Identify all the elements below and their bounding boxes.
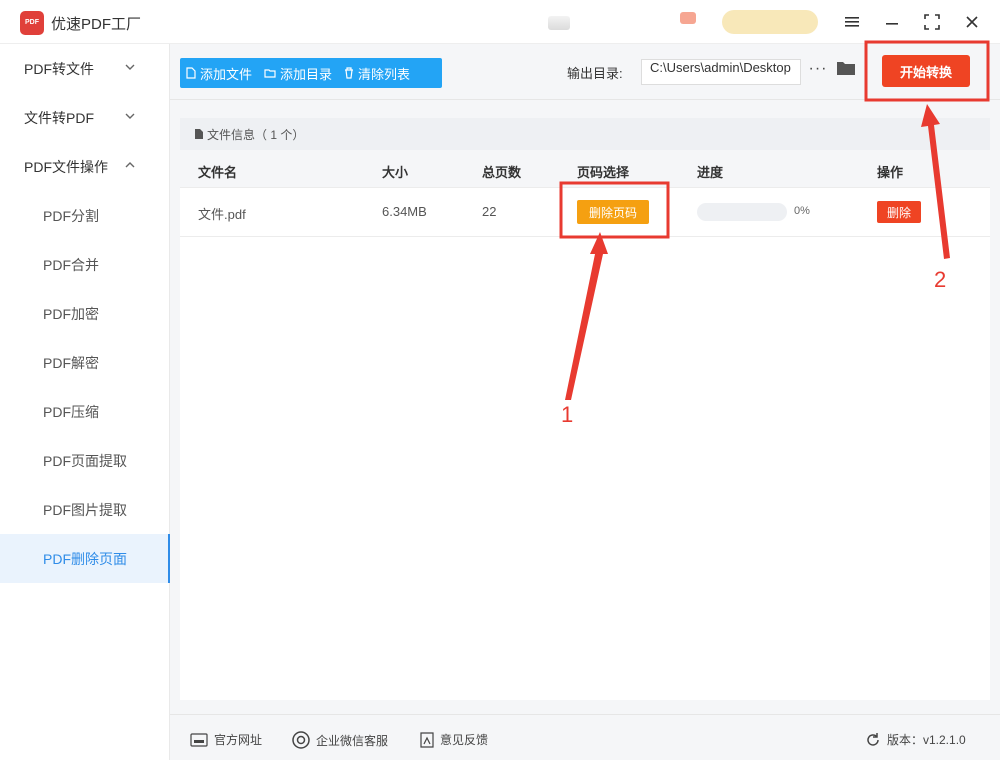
clear-list-label: 清除列表 [358, 66, 411, 82]
column-header-progress: 进度 [697, 165, 724, 180]
sidebar-item-label: PDF加密 [43, 305, 99, 322]
output-dir-field[interactable]: C:\Users\admin\Desktop [641, 59, 801, 85]
sidebar-item-pdf-page-extract[interactable]: PDF页面提取 [0, 436, 170, 485]
sidebar-item-label: PDF删除页面 [43, 550, 127, 567]
feedback-link[interactable]: 意见反馈 [420, 731, 488, 748]
trash-icon [345, 67, 354, 79]
main-area: 添加文件 添加目录 清除列表 输出目录: C:\Users\admin\Desk… [170, 44, 1000, 760]
footer: 官方网址 企业微信客服 意见反馈 版本：v1.2.1.0 [170, 714, 1000, 760]
toolbar: 添加文件 添加目录 清除列表 输出目录: C:\Users\admin\Desk… [170, 44, 1000, 100]
sidebar-item-pdf-decrypt[interactable]: PDF解密 [0, 338, 170, 387]
add-file-button[interactable]: 添加文件 [180, 58, 258, 88]
clear-list-button[interactable]: 清除列表 [338, 58, 416, 88]
blurred-account[interactable] [722, 10, 818, 34]
sidebar-item-pdf-to-file[interactable]: PDF转文件 [0, 44, 170, 93]
sidebar-item-label: PDF图片提取 [43, 501, 127, 518]
sidebar-item-pdf-compress[interactable]: PDF压缩 [0, 387, 170, 436]
sidebar-item-pdf-image-extract[interactable]: PDF图片提取 [0, 485, 170, 534]
add-directory-button[interactable]: 添加目录 [258, 58, 338, 88]
website-icon [190, 732, 208, 747]
website-link[interactable]: 官方网址 [190, 731, 262, 748]
delete-pages-button[interactable]: 删除页码 [577, 200, 649, 224]
delete-row-button[interactable]: 删除 [877, 201, 921, 223]
version-info: 版本：v1.2.1.0 [865, 731, 966, 748]
file-name: 文件.pdf [198, 207, 246, 222]
sidebar-item-pdf-encrypt[interactable]: PDF加密 [0, 289, 170, 338]
output-dir-label: 输出目录: [567, 66, 623, 81]
app-title: 优速PDF工厂 [51, 16, 142, 33]
progress-percent: 0% [794, 205, 810, 217]
file-size: 6.34MB [382, 204, 427, 219]
close-icon[interactable] [959, 10, 985, 34]
sidebar-item-label: PDF分割 [43, 207, 99, 224]
version-label: 版本：v1.2.1.0 [887, 733, 966, 747]
wechat-service-label: 企业微信客服 [316, 733, 389, 748]
file-pages: 22 [482, 204, 497, 219]
folder-icon [264, 69, 276, 78]
more-options-icon[interactable]: ··· [807, 58, 829, 84]
annotation-number-2: 2 [934, 267, 947, 292]
sidebar-item-label: PDF合并 [43, 256, 99, 273]
file-info-header: 文件信息 （ 1 个） [180, 118, 990, 150]
start-convert-button[interactable]: 开始转换 [882, 55, 970, 87]
sidebar-item-pdf-merge[interactable]: PDF合并 [0, 240, 170, 289]
document-icon [195, 129, 203, 139]
column-header-filename: 文件名 [198, 165, 238, 180]
sidebar-item-label: PDF压缩 [43, 403, 99, 420]
progress-bar [697, 203, 787, 221]
sidebar-item-label: PDF解密 [43, 354, 99, 371]
blurred-badge [680, 12, 696, 24]
chevron-down-icon [125, 64, 135, 70]
file-icon [186, 67, 196, 79]
open-folder-icon[interactable] [836, 60, 856, 79]
table-row: 文件.pdf 6.34MB 22 删除页码 0% 删除 [180, 188, 990, 237]
column-header-size: 大小 [382, 165, 409, 180]
chevron-up-icon [125, 162, 135, 168]
table-header: 文件名 大小 总页数 页码选择 进度 操作 [180, 150, 990, 188]
website-label: 官方网址 [214, 733, 263, 747]
file-info-title: 文件信息 [207, 127, 256, 142]
file-count: （ 1 个） [255, 127, 305, 142]
maximize-icon[interactable] [919, 10, 945, 34]
app-logo: PDF [20, 11, 44, 35]
annotation-number-1: 1 [561, 402, 574, 427]
sidebar-item-pdf-split[interactable]: PDF分割 [0, 191, 170, 240]
column-header-page-select: 页码选择 [577, 165, 630, 180]
sidebar-item-pdf-ops[interactable]: PDF文件操作 [0, 142, 170, 191]
add-file-label: 添加文件 [200, 66, 253, 82]
feedback-label: 意见反馈 [440, 733, 489, 747]
menu-icon[interactable] [839, 10, 865, 34]
file-panel: 文件信息 （ 1 个） 文件名 大小 总页数 页码选择 进度 操作 文件.pdf… [180, 118, 990, 700]
sidebar-item-label: PDF文件操作 [24, 158, 108, 175]
sidebar-item-label: PDF转文件 [24, 60, 94, 77]
sidebar-item-label: PDF页面提取 [43, 452, 127, 469]
wechat-service-link[interactable]: 企业微信客服 [292, 731, 388, 749]
feedback-icon [420, 731, 434, 748]
column-header-pages: 总页数 [482, 165, 522, 180]
title-bar: PDF 优速PDF工厂 [0, 0, 1000, 44]
file-button-group: 添加文件 添加目录 清除列表 [180, 58, 442, 88]
sidebar: PDF转文件 文件转PDF PDF文件操作 PDF分割 PDF合并 PDF加密 … [0, 44, 170, 760]
blurred-icon [548, 16, 570, 30]
chevron-down-icon [125, 113, 135, 119]
sidebar-item-pdf-delete-pages[interactable]: PDF删除页面 [0, 534, 170, 583]
sidebar-item-label: 文件转PDF [24, 109, 94, 126]
minimize-icon[interactable] [879, 10, 905, 34]
refresh-icon [867, 732, 879, 746]
add-directory-label: 添加目录 [280, 66, 333, 82]
sidebar-item-file-to-pdf[interactable]: 文件转PDF [0, 93, 170, 142]
column-header-action: 操作 [877, 165, 904, 180]
wechat-icon [292, 731, 310, 749]
